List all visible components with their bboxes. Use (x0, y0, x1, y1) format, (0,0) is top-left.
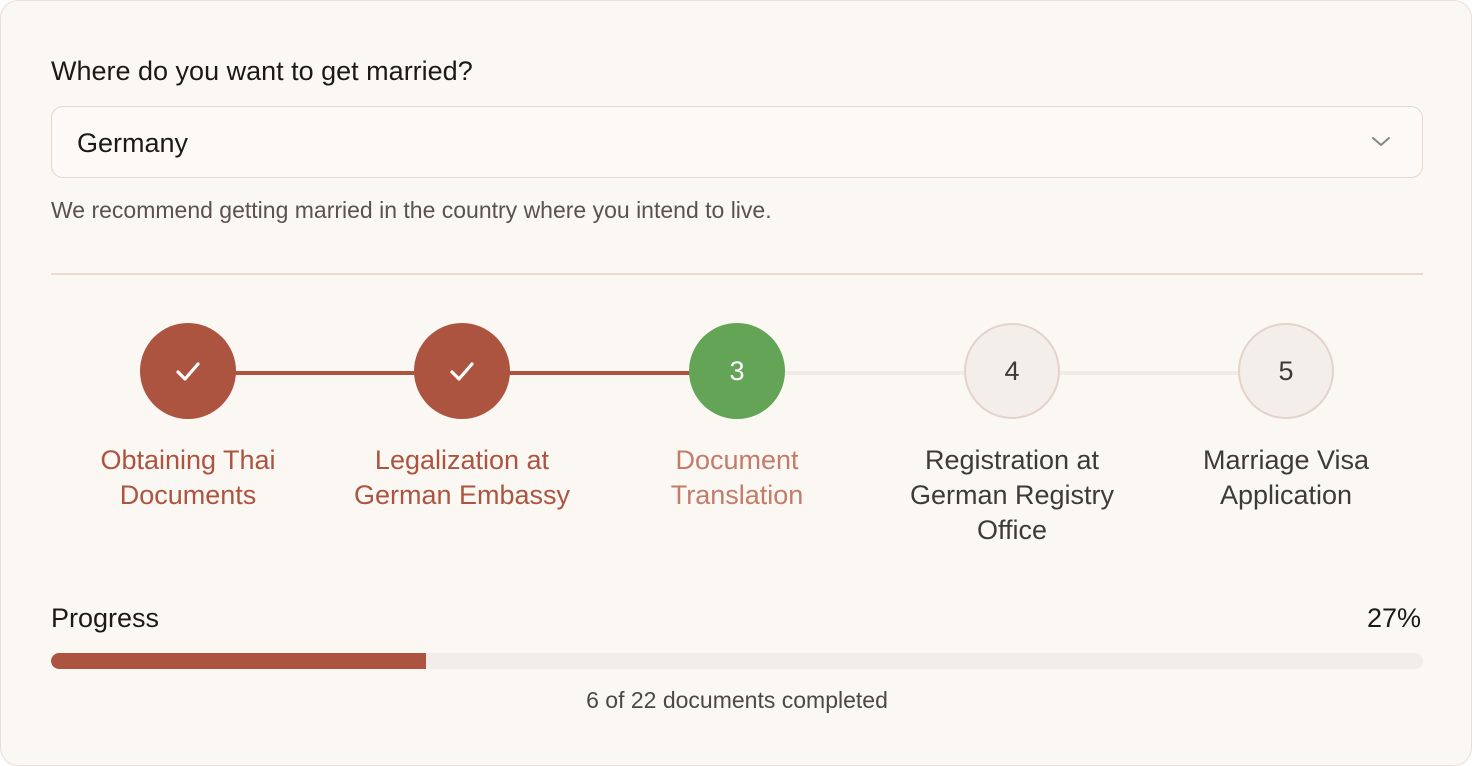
progress-bar-fill (51, 653, 426, 669)
progress-label: Progress (51, 603, 160, 633)
checkmark-icon (450, 362, 474, 381)
step-2-circle[interactable] (414, 323, 510, 419)
chevron-down-icon (1372, 137, 1390, 146)
step-marriage-visa-application[interactable]: 5 Marriage Visa Application (1161, 323, 1411, 513)
step-4-label: Registration at German Registry Office (909, 445, 1115, 545)
step-3-circle[interactable]: 3 (689, 323, 785, 419)
progress-percent: 27% (1366, 603, 1421, 633)
country-hint-text: We recommend getting married in the coun… (51, 197, 772, 223)
progress-bar (51, 653, 1423, 669)
step-5-label: Marriage Visa Application (1202, 445, 1370, 510)
checkmark-icon (176, 362, 200, 381)
step-document-translation[interactable]: 3 Document Translation (612, 323, 862, 513)
step-obtaining-thai-documents[interactable]: Obtaining Thai Documents (63, 323, 313, 513)
step-registration-registry-office[interactable]: 4 Registration at German Registry Office (887, 323, 1137, 548)
step-1-label: Obtaining Thai Documents (100, 445, 276, 510)
step-3-label: Document Translation (670, 445, 804, 510)
country-select-value: Germany (77, 128, 189, 158)
section-divider (51, 273, 1423, 275)
country-select[interactable]: Germany (51, 106, 1423, 178)
step-5-circle[interactable]: 5 (1238, 323, 1334, 419)
country-question-label: Where do you want to get married? (51, 56, 473, 86)
step-legalization-german-embassy[interactable]: Legalization at German Embassy (337, 323, 587, 513)
documents-completed-text: 6 of 22 documents completed (586, 687, 888, 713)
step-2-label: Legalization at German Embassy (353, 445, 571, 510)
wedding-planner-card: Where do you want to get married? German… (0, 0, 1472, 766)
step-1-circle[interactable] (140, 323, 236, 419)
step-4-circle[interactable]: 4 (964, 323, 1060, 419)
